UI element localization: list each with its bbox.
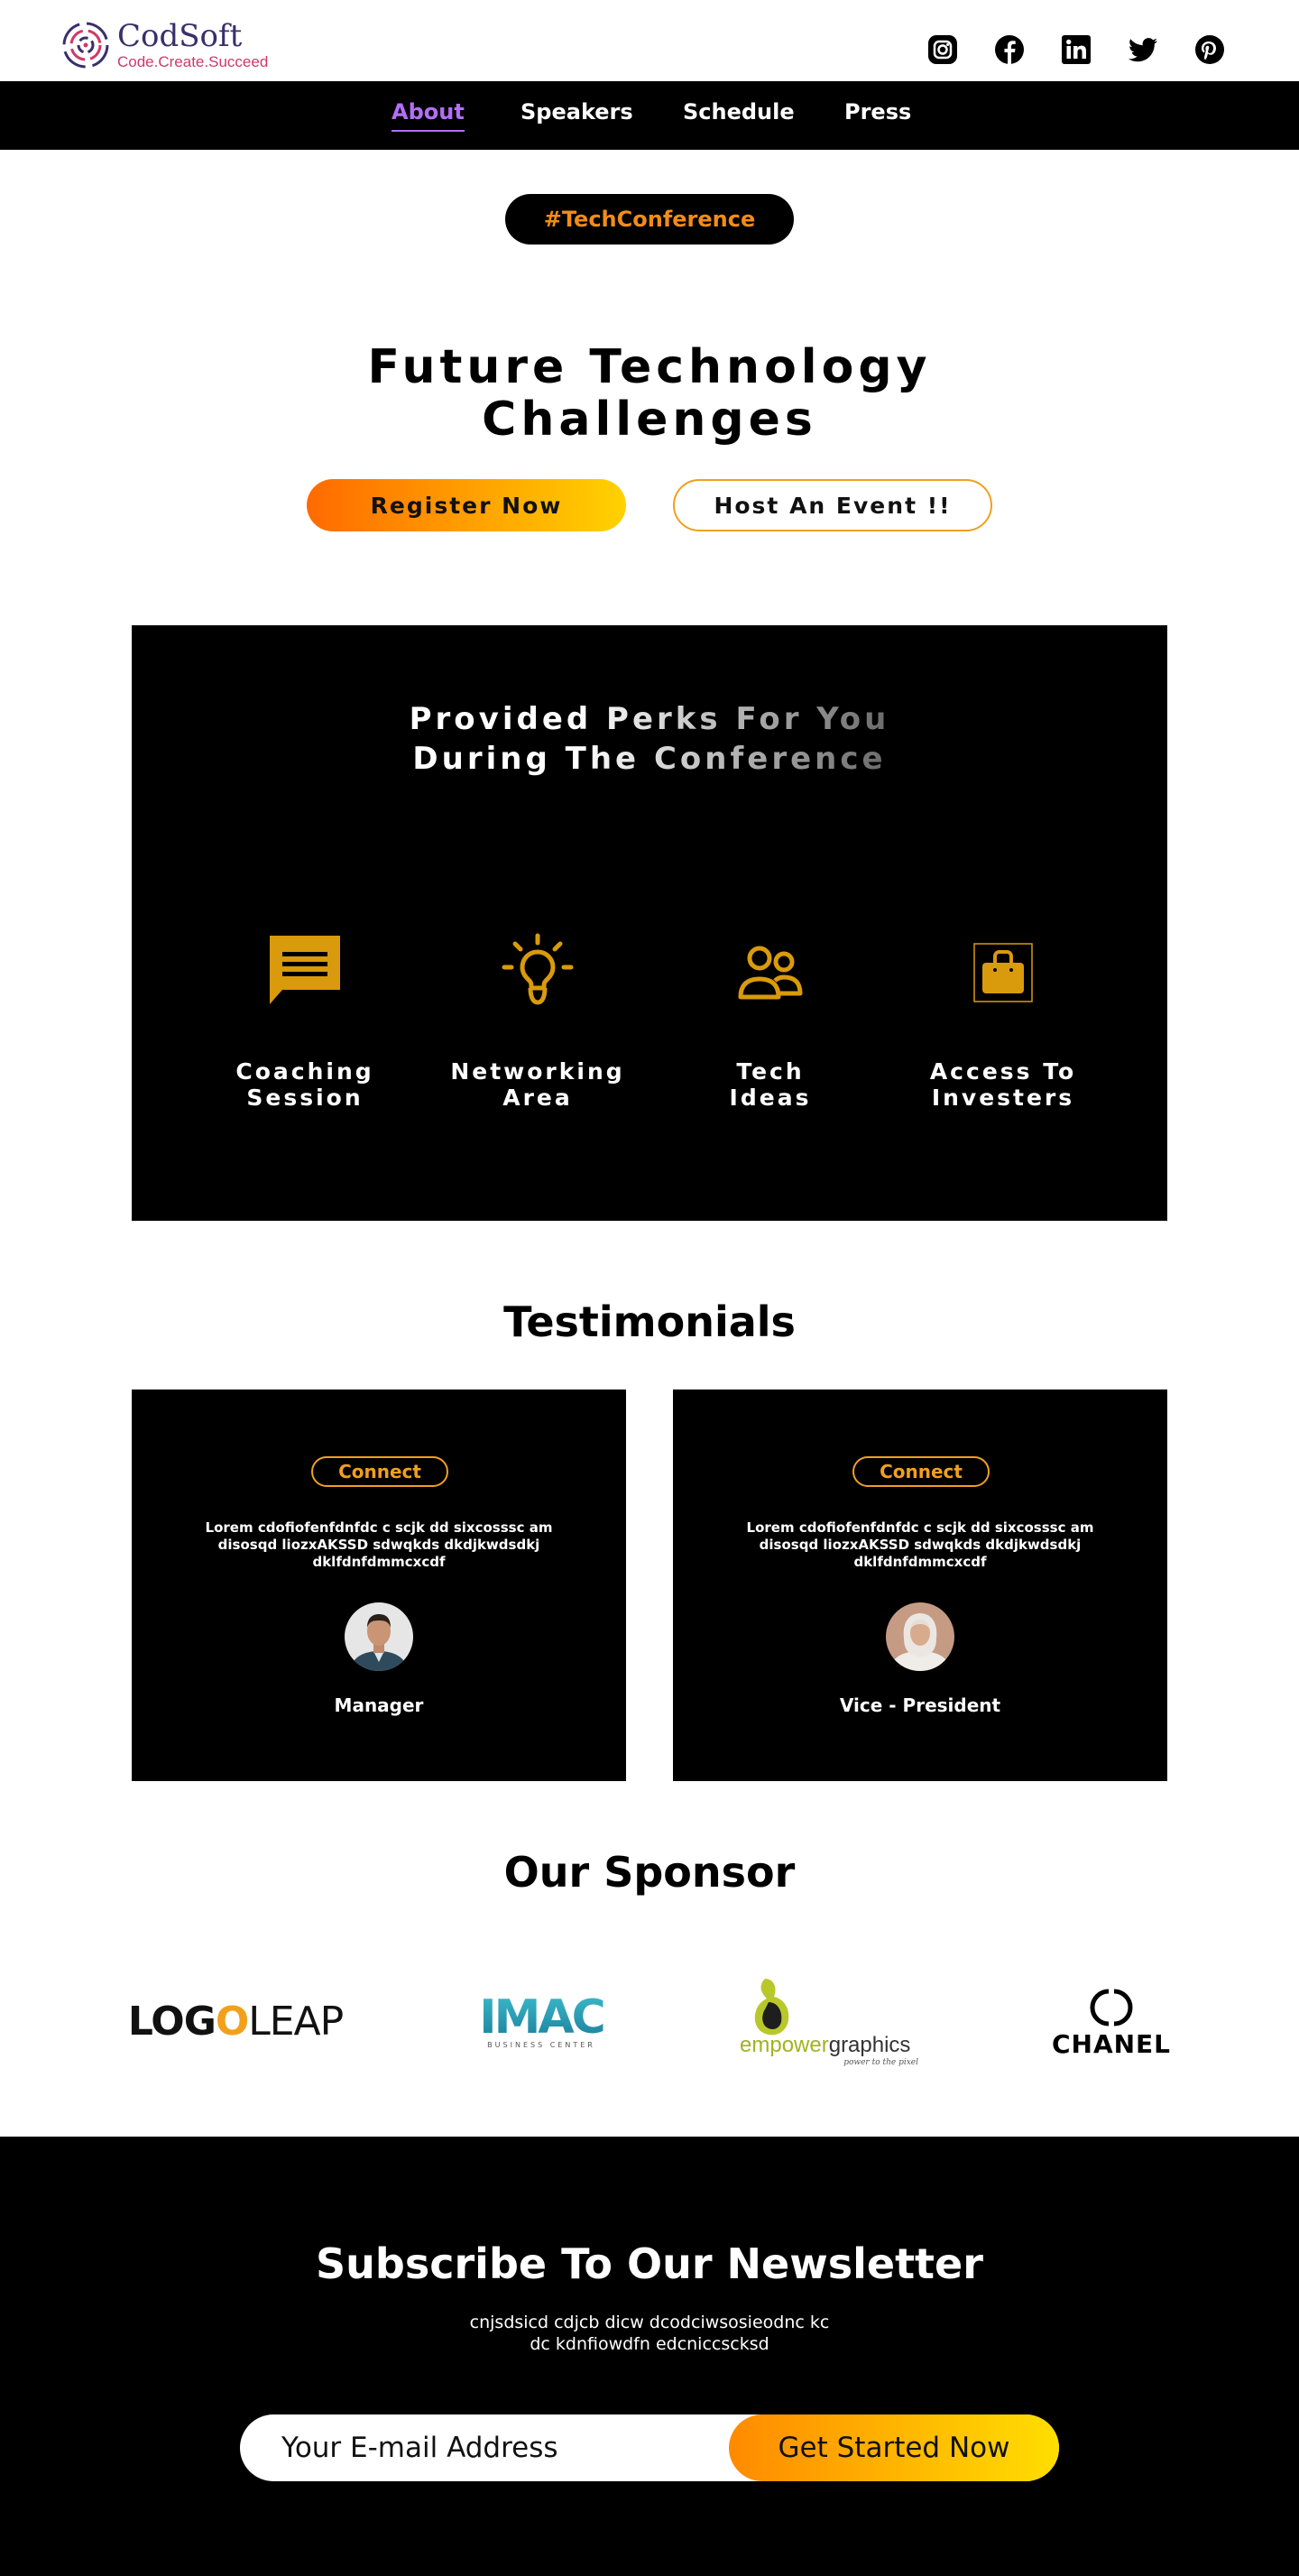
perk-label-line1: Tech — [736, 1058, 805, 1085]
empower-mark-icon — [754, 1979, 789, 2036]
testimonial-role: Manager — [334, 1694, 424, 1716]
brand-name: CodSoft — [117, 18, 243, 54]
testimonial-card: Connect Lorem cdofiofenfdnfdc c scjk dd … — [132, 1390, 626, 1781]
testimonial-quote: Lorem cdofiofenfdnfdc c scjk dd sixcosss… — [205, 1519, 553, 1570]
sponsor-logo-text: empower — [740, 2033, 829, 2057]
empowergraphics-logo[interactable]: empowergraphics power to the pixel — [740, 1967, 920, 2075]
lightbulb-icon — [502, 933, 574, 1005]
main-nav: About Speakers Schedule Press — [0, 81, 1299, 150]
sponsors-title: Our Sponsor — [503, 1848, 796, 1897]
perk-coaching: Coaching Session — [206, 932, 404, 1111]
testimonials-title: Testimonials — [503, 1297, 796, 1346]
connect-button[interactable]: Connect — [852, 1456, 990, 1487]
codsoft-logo-icon — [62, 22, 109, 69]
bag-icon — [973, 943, 1033, 1002]
social-links — [927, 34, 1225, 65]
chanel-logo[interactable]: CHANEL — [1052, 1967, 1170, 2075]
perk-label-line2: Session — [246, 1085, 364, 1111]
facebook-icon[interactable] — [994, 34, 1025, 65]
perk-label-line2: Area — [502, 1085, 573, 1111]
perk-label-line1: Coaching — [235, 1058, 374, 1085]
perk-label-line1: Networking — [450, 1058, 625, 1085]
newsletter-description: cnjsdsicd cdjcb dicw dcodciwsosieodnc kc… — [424, 2312, 875, 2355]
connect-button[interactable]: Connect — [311, 1456, 448, 1487]
instagram-icon[interactable] — [927, 34, 958, 65]
avatar — [345, 1602, 413, 1671]
imac-logo[interactable]: IMAC BUSINESS CENTER — [469, 1967, 613, 2075]
hero-title-line2: Challenges — [482, 392, 817, 447]
register-button[interactable]: Register Now — [307, 479, 626, 531]
perk-tech-ideas: Tech Ideas — [671, 932, 870, 1111]
testimonial-card: Connect Lorem cdofiofenfdnfdc c scjk dd … — [673, 1390, 1167, 1781]
perk-networking: Networking Area — [438, 932, 637, 1111]
site-header: CodSoft Code.Create.Succeed — [0, 0, 1299, 81]
email-input[interactable] — [281, 2414, 714, 2481]
logo-leap-logo[interactable]: LOGOLEAP — [128, 1967, 344, 2075]
newsletter-title: Subscribe To Our Newsletter — [316, 2239, 983, 2288]
sponsor-logo-text: LOG — [127, 1998, 216, 2045]
nav-item-about[interactable]: About — [392, 99, 465, 132]
sponsor-logo-text: IMAC — [479, 1990, 605, 2045]
testimonial-quote: Lorem cdofiofenfdnfdc c scjk dd sixcosss… — [746, 1519, 1094, 1570]
sponsor-logo-text: BUSINESS CENTER — [487, 2040, 595, 2049]
newsletter-form: Get Started Now — [240, 2414, 1059, 2481]
perks-title: Provided Perks For You During The Confer… — [132, 699, 1167, 779]
perk-label-line2: Ideas — [729, 1085, 812, 1111]
sponsor-logo-text: graphics — [828, 2033, 911, 2057]
get-started-button[interactable]: Get Started Now — [729, 2414, 1059, 2481]
pinterest-icon[interactable] — [1194, 34, 1225, 65]
perk-investors: Access To Investers — [904, 932, 1102, 1111]
newsletter-section: Subscribe To Our Newsletter cnjsdsicd cd… — [0, 2137, 1299, 2576]
avatar — [886, 1602, 954, 1671]
newsletter-text-line1: cnjsdsicd cdjcb dicw dcodciwsosieodnc kc — [469, 2313, 830, 2332]
sponsor-logo-text: CHANEL — [1051, 2029, 1172, 2059]
brand-tagline: Code.Create.Succeed — [117, 53, 269, 70]
hero-title: Future Technology Challenges — [271, 341, 1028, 446]
conference-tag: #TechConference — [505, 194, 794, 245]
nav-item-press[interactable]: Press — [844, 99, 911, 125]
twitter-icon[interactable] — [1128, 34, 1158, 65]
host-event-button[interactable]: Host An Event !! — [673, 479, 992, 531]
sponsor-logo-text: power to the pixel — [843, 2058, 918, 2067]
testimonial-role: Vice - President — [839, 1694, 1001, 1716]
hero-title-line1: Future Technology — [367, 340, 932, 394]
sponsor-logo-text: LEAP — [248, 1998, 344, 2045]
chanel-cc-icon — [1090, 1989, 1133, 2027]
perks-title-line1: Provided Perks For You — [409, 701, 890, 737]
newsletter-text-line2: dc kdnfiowdfn edcniccscksd — [530, 2334, 769, 2354]
linkedin-icon[interactable] — [1061, 34, 1092, 65]
nav-item-speakers[interactable]: Speakers — [521, 99, 633, 125]
people-icon — [738, 946, 803, 1000]
perk-label-line2: Investers — [931, 1085, 1075, 1111]
perks-section: Provided Perks For You During The Confer… — [132, 625, 1167, 1221]
perks-title-line2: During The Conference — [412, 741, 887, 777]
perk-label-line1: Access To — [929, 1058, 1077, 1085]
sponsor-logo-text: O — [215, 1998, 249, 2045]
brand-logo[interactable]: CodSoft Code.Create.Succeed — [61, 20, 268, 70]
nav-item-schedule[interactable]: Schedule — [683, 99, 795, 125]
chat-icon — [270, 936, 340, 1004]
